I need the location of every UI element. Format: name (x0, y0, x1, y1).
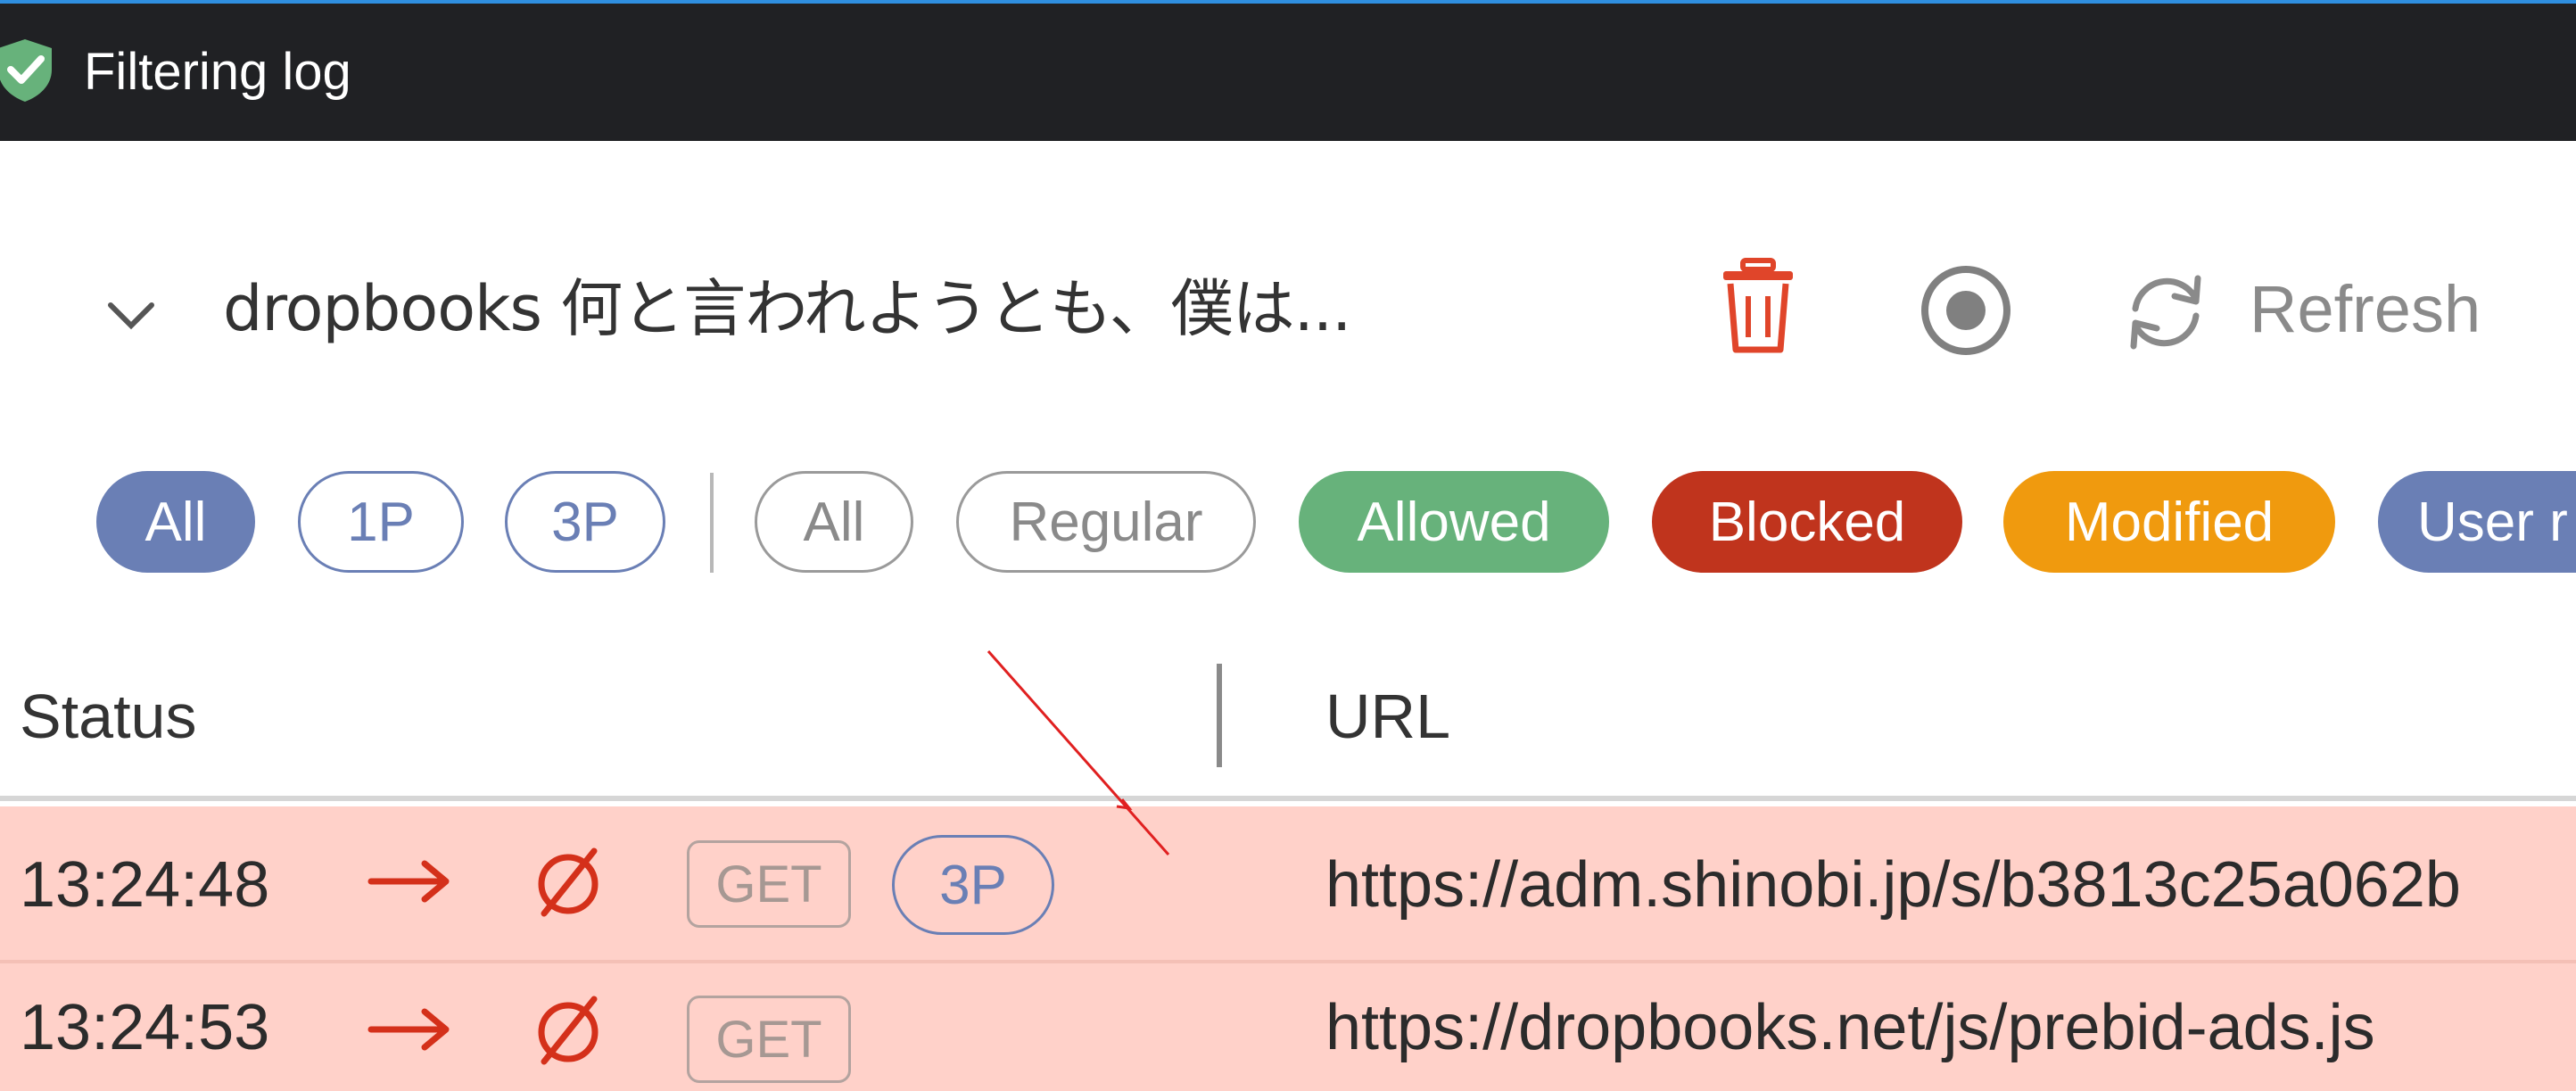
filter-party-all[interactable]: All (96, 471, 255, 573)
method-badge: GET (687, 996, 851, 1083)
blocked-icon (538, 996, 599, 1065)
refresh-button[interactable]: Refresh (2250, 273, 2481, 346)
refresh-icon[interactable] (2119, 266, 2212, 359)
filtering-log-window: Filtering log dropbooks 何と言われようとも、僕は... … (0, 0, 2576, 1091)
table-header-divider (0, 796, 2576, 801)
filter-type-allowed[interactable]: Allowed (1299, 471, 1609, 573)
row-time: 13:24:48 (20, 849, 270, 921)
filter-divider (710, 473, 714, 573)
page-select[interactable]: dropbooks 何と言われようとも、僕は... (223, 275, 1351, 343)
trash-icon[interactable] (1718, 257, 1798, 355)
window-title: Filtering log (84, 43, 351, 101)
column-header-url[interactable]: URL (1325, 685, 1450, 748)
row-url: https://dropbooks.net/js/prebid-ads.js (1325, 992, 2375, 1063)
title-bar: Filtering log (0, 4, 2576, 141)
annotation-arrow (987, 650, 1170, 855)
filter-party-1p[interactable]: 1P (298, 471, 464, 573)
table-row[interactable]: 13:24:48 GET 3P https://adm.shinobi.jp/s… (0, 806, 2576, 960)
method-badge: GET (687, 840, 851, 928)
shield-check-icon (0, 39, 52, 102)
row-url: https://adm.shinobi.jp/s/b3813c25a062b (1325, 849, 2461, 921)
arrow-right-icon (367, 1008, 450, 1051)
filter-type-modified[interactable]: Modified (2003, 471, 2335, 573)
column-header-status[interactable]: Status (20, 685, 196, 748)
table-row[interactable]: 13:24:53 GET https://dropbooks.net/js/pr… (0, 963, 2576, 1091)
toolbar: dropbooks 何と言われようとも、僕は... Refresh (0, 141, 2576, 471)
filter-type-blocked[interactable]: Blocked (1652, 471, 1962, 573)
filter-type-user-rules[interactable]: User r (2378, 471, 2576, 573)
chevron-down-icon[interactable] (100, 284, 162, 346)
column-resize-handle[interactable] (1217, 664, 1222, 767)
filter-type-regular[interactable]: Regular (956, 471, 1256, 573)
record-icon[interactable] (1918, 262, 2014, 359)
row-time: 13:24:53 (20, 992, 270, 1063)
arrow-right-icon (367, 860, 450, 903)
filter-party-3p[interactable]: 3P (505, 471, 665, 573)
filter-type-all[interactable]: All (755, 471, 913, 573)
blocked-icon (538, 847, 599, 917)
